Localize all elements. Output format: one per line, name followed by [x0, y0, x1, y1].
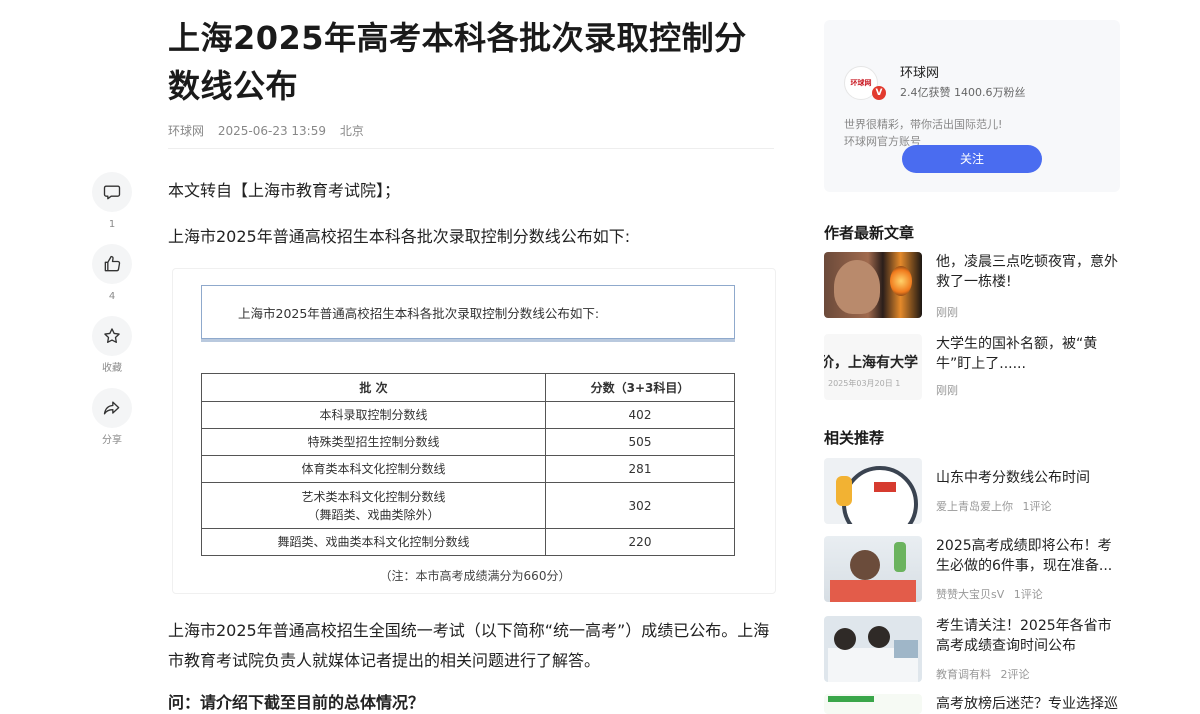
author-desc-line: 世界很精彩，带你活出国际范儿! [844, 118, 1003, 131]
comment-icon [103, 185, 121, 200]
related-article-comments: 1评论 [1013, 588, 1043, 601]
table-header-score: 分数（3+3科目） [545, 373, 735, 402]
verified-badge-icon: V [872, 86, 886, 100]
share-action[interactable]: 分享 [88, 388, 136, 448]
article-datetime: 2025-06-23 13:59 [217, 124, 326, 138]
related-article-meta: 爱上青岛爱上你 1评论 [936, 498, 1058, 514]
article-thumbnail [824, 694, 922, 714]
related-article-title[interactable]: 山东中考分数线公布时间 [936, 468, 1120, 488]
like-action[interactable]: 4 [88, 244, 136, 304]
related-article-title[interactable]: 考生请关注！2025年各省市高考成绩查询时间公布 [936, 616, 1120, 656]
batch-name: 本科录取控制分数线 [201, 401, 546, 429]
score-table: 批 次 分数（3+3科目） 本科录取控制分数线 402 特殊类型招生控制分数线 … [201, 373, 735, 556]
comment-button[interactable] [92, 172, 132, 212]
share-icon [103, 401, 120, 415]
related-article-meta: 赞赞大宝贝sV 1评论 [936, 586, 1049, 602]
article-title: 上海2025年高考本科各批次录取控制分数线公布 [168, 19, 747, 105]
author-card: 环球网 V 环球网 2.4亿获赞 1400.6万粉丝 世界很精彩，带你活出国际范… [824, 20, 1120, 192]
thumbnail-date: 2025年03月20日 1 [828, 379, 901, 388]
latest-article-item[interactable]: 他，凌晨三点吃顿夜宵，意外救了一栋楼! 刚刚 [824, 252, 1124, 322]
share-label: 分享 [102, 435, 122, 446]
related-article-comments: 2评论 [1000, 668, 1030, 681]
author-stats: 2.4亿获赞 1400.6万粉丝 [900, 86, 1026, 99]
table-note: （注：本市高考成绩满分为660分） [379, 569, 571, 583]
related-article-item[interactable]: 考生请关注！2025年各省市高考成绩查询时间公布 教育调有料 2评论 [824, 616, 1124, 686]
latest-article-title[interactable]: 大学生的国补名额，被“黄牛”盯上了...... [936, 334, 1120, 374]
batch-name-cell: 艺术类本科文化控制分数线 （舞蹈类、戏曲类除外） [201, 482, 546, 529]
thumbnail-caption: 价，上海有大学 [824, 355, 918, 371]
article-thumbnail [824, 616, 922, 682]
batch-name: 体育类本科文化控制分数线 [201, 455, 546, 483]
related-article-author[interactable]: 赞赞大宝贝sV [936, 588, 1004, 601]
meta-divider [168, 148, 774, 149]
article-source[interactable]: 环球网 [168, 124, 204, 138]
comment-count: 1 [108, 219, 116, 230]
thumbs-up-icon [104, 255, 121, 272]
star-icon [104, 328, 120, 343]
related-article-item[interactable]: 高考放榜后迷茫？专业选择巡 [824, 694, 1124, 714]
author-name[interactable]: 环球网 [900, 62, 939, 81]
related-article-item[interactable]: 山东中考分数线公布时间 爱上青岛爱上你 1评论 [824, 458, 1124, 528]
article-paragraph-intro: 上海市2025年普通高校招生本科各批次录取控制分数线公布如下: [168, 227, 631, 246]
table-row: 舞蹈类、戏曲类本科文化控制分数线 220 [201, 528, 735, 556]
batch-score: 505 [545, 428, 735, 456]
share-button[interactable] [92, 388, 132, 428]
related-article-author[interactable]: 爱上青岛爱上你 [936, 500, 1013, 513]
collect-button[interactable] [92, 316, 132, 356]
related-article-title[interactable]: 高考放榜后迷茫？专业选择巡 [936, 694, 1120, 714]
batch-score: 402 [545, 401, 735, 429]
article-image: 上海市2025年普通高校招生本科各批次录取控制分数线公布如下: 批 次 分数（3… [172, 268, 776, 594]
collect-action[interactable]: 收藏 [88, 316, 136, 376]
image-callout: 上海市2025年普通高校招生本科各批次录取控制分数线公布如下: [201, 285, 735, 339]
comment-action[interactable]: 1 [88, 172, 136, 232]
related-article-author[interactable]: 教育调有料 [936, 668, 991, 681]
batch-score: 220 [545, 528, 735, 556]
related-article-meta: 教育调有料 2评论 [936, 666, 1036, 682]
latest-article-time: 刚刚 [936, 384, 958, 397]
latest-article-title[interactable]: 他，凌晨三点吃顿夜宵，意外救了一栋楼! [936, 252, 1120, 292]
table-row: 特殊类型招生控制分数线 505 [201, 428, 735, 456]
batch-score: 281 [545, 455, 735, 483]
article-question: 问：请介绍下截至目前的总体情况？ [168, 693, 425, 712]
table-row: 艺术类本科文化控制分数线 （舞蹈类、戏曲类除外） 302 [201, 482, 735, 529]
like-count: 4 [108, 291, 116, 302]
batch-name-note: （舞蹈类、戏曲类除外） [307, 507, 440, 522]
article-meta: 环球网 2025-06-23 13:59 北京 [168, 122, 374, 139]
article-thumbnail [824, 458, 922, 524]
batch-score: 302 [545, 482, 735, 529]
related-heading: 相关推荐 [824, 429, 885, 447]
avatar-logo-text: 环球网 [850, 79, 872, 87]
batch-name: 特殊类型招生控制分数线 [201, 428, 546, 456]
table-row: 体育类本科文化控制分数线 281 [201, 455, 735, 483]
article-paragraph-source: 本文转自【上海市教育考试院】； [168, 181, 401, 200]
table-header-row: 批 次 分数（3+3科目） [201, 373, 735, 402]
article-thumbnail: 价，上海有大学 2025年03月20日 1 [824, 334, 922, 400]
latest-article-time: 刚刚 [936, 306, 958, 319]
batch-name: 舞蹈类、戏曲类本科文化控制分数线 [201, 528, 546, 556]
article-paragraph-body: 上海市2025年普通高校招生全国统一考试（以下简称“统一高考”）成绩已公布。上海… [168, 621, 770, 670]
like-button[interactable] [92, 244, 132, 284]
collect-label: 收藏 [102, 363, 122, 374]
latest-article-item[interactable]: 价，上海有大学 2025年03月20日 1 大学生的国补名额，被“黄牛”盯上了.… [824, 334, 1124, 404]
related-article-item[interactable]: 2025高考成绩即将公布！考生必做的6件事，现在准备... 赞赞大宝贝sV 1评… [824, 536, 1124, 606]
related-article-title[interactable]: 2025高考成绩即将公布！考生必做的6件事，现在准备... [936, 536, 1120, 576]
table-row: 本科录取控制分数线 402 [201, 401, 735, 429]
article-thumbnail [824, 536, 922, 602]
table-header-batch: 批 次 [201, 373, 546, 402]
latest-articles-heading: 作者最新文章 [824, 224, 915, 242]
follow-button[interactable]: 关注 [902, 145, 1042, 173]
batch-name: 艺术类本科文化控制分数线 [301, 489, 446, 504]
article-thumbnail [824, 252, 922, 318]
article-location: 北京 [339, 124, 364, 138]
related-article-comments: 1评论 [1022, 500, 1052, 513]
